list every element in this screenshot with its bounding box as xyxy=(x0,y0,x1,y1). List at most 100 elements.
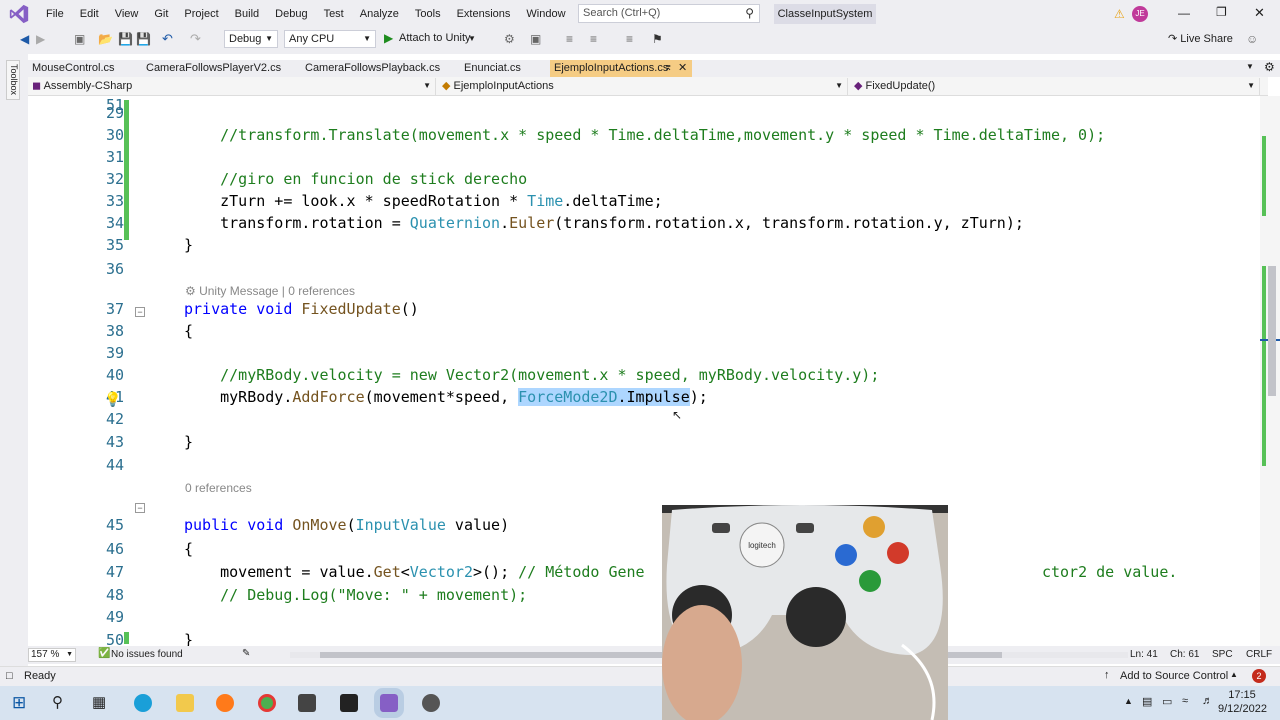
tab-enunciat[interactable]: Enunciat.cs xyxy=(460,60,546,77)
file-explorer-icon[interactable] xyxy=(176,694,194,712)
wifi-icon[interactable]: ≈ xyxy=(1182,695,1188,707)
edge-icon[interactable] xyxy=(134,694,152,712)
code-line[interactable]: transform.rotation = Quaternion.Euler(tr… xyxy=(184,214,1024,232)
tab-list-dropdown-icon[interactable]: ▼ xyxy=(1246,62,1254,71)
menu-item-project[interactable]: Project xyxy=(176,8,226,20)
code-line[interactable]: // Debug.Log("Move: " + movement); xyxy=(184,586,527,604)
codelens-onmove[interactable]: 0 references xyxy=(185,481,252,495)
menu-item-tools[interactable]: Tools xyxy=(407,8,449,20)
back-icon[interactable]: ◀ xyxy=(20,32,29,46)
collapse-icon[interactable]: − xyxy=(135,503,145,513)
search-input[interactable]: Search (Ctrl+Q) ⚲ xyxy=(578,4,760,23)
app-icon[interactable] xyxy=(422,694,440,712)
chevron-down-icon[interactable]: ▼ xyxy=(468,34,476,43)
project-dropdown[interactable]: ◼ Assembly-CSharp ▼ xyxy=(28,78,436,95)
feedback-icon[interactable]: ☺ xyxy=(1246,32,1258,46)
codelens-fixedupdate[interactable]: ⚙ Unity Message | 0 references xyxy=(185,284,355,298)
undo-icon[interactable]: ↶ xyxy=(162,31,173,47)
screenshot-icon[interactable]: ▣ xyxy=(530,32,541,46)
code-editor[interactable]: 282930 //transform.Translate(movement.x … xyxy=(28,96,1260,646)
menu-item-file[interactable]: File xyxy=(38,8,72,20)
whitespace-mode[interactable]: SPC xyxy=(1212,649,1233,660)
menu-item-analyze[interactable]: Analyze xyxy=(352,8,407,20)
code-line[interactable]: public void OnMove(InputValue value) xyxy=(184,516,509,534)
save-all-icon[interactable]: 💾 xyxy=(136,32,151,46)
zoom-select[interactable]: 157 % ▼ xyxy=(28,648,76,662)
code-line[interactable]: //myRBody.velocity = new Vector2(movemen… xyxy=(184,366,879,384)
menu-item-debug[interactable]: Debug xyxy=(267,8,315,20)
indent-icon[interactable]: ≡ xyxy=(590,32,597,46)
chevron-up-icon[interactable]: ▲ xyxy=(1124,696,1133,706)
tab-camerafollowsplayback[interactable]: CameraFollowsPlayback.cs xyxy=(301,60,457,77)
code-line[interactable]: //giro en funcion de stick derecho xyxy=(184,170,527,188)
unity-hub-icon[interactable] xyxy=(298,694,316,712)
output-icon[interactable]: □ xyxy=(6,670,13,682)
add-to-source-control-button[interactable]: Add to Source Control xyxy=(1120,670,1228,682)
menu-item-git[interactable]: Git xyxy=(146,8,176,20)
lightbulb-icon[interactable]: 💡 xyxy=(104,391,121,408)
play-icon[interactable]: ▶ xyxy=(384,31,393,45)
new-project-icon[interactable]: ▣ xyxy=(74,32,85,46)
clock-date[interactable]: 9/12/2022 xyxy=(1218,703,1267,715)
pin-icon[interactable]: ⌆ xyxy=(664,62,672,73)
chrome-icon[interactable] xyxy=(258,694,276,712)
settings-icon[interactable]: ⚙ xyxy=(1264,60,1275,74)
menu-item-edit[interactable]: Edit xyxy=(72,8,107,20)
attach-to-unity-button[interactable]: Attach to Unity xyxy=(399,32,471,44)
windows-start-icon[interactable]: ⊞ xyxy=(12,693,26,713)
battery-icon[interactable]: ▭ xyxy=(1162,695,1172,708)
code-line[interactable]: { xyxy=(184,322,193,340)
forward-icon[interactable]: ▶ xyxy=(36,32,45,46)
code-line[interactable]: } xyxy=(184,236,193,254)
avatar[interactable]: JE xyxy=(1132,6,1148,22)
line-ending[interactable]: CRLF xyxy=(1246,649,1272,660)
toolbar-tool-icon[interactable]: ⚙ xyxy=(504,32,515,46)
warning-icon[interactable]: ⚠ xyxy=(1114,7,1125,21)
menu-item-build[interactable]: Build xyxy=(227,8,267,20)
notifications-badge[interactable]: 2 xyxy=(1252,669,1266,683)
live-share-button[interactable]: ↷ Live Share xyxy=(1168,32,1233,45)
collapse-icon[interactable]: − xyxy=(135,307,145,317)
search-icon[interactable]: ⚲ xyxy=(52,693,63,711)
platform-select[interactable]: Any CPU ▼ xyxy=(284,30,376,48)
clock-time[interactable]: 17:15 xyxy=(1222,689,1262,701)
format-icon[interactable]: ≡ xyxy=(566,32,573,46)
brush-icon[interactable]: ✎ xyxy=(242,648,250,659)
code-line[interactable]: } xyxy=(184,631,193,646)
visual-studio-taskbar-icon[interactable] xyxy=(374,688,404,718)
code-line[interactable]: { xyxy=(184,540,193,558)
close-tab-icon[interactable]: ✕ xyxy=(678,61,687,74)
close-icon[interactable]: ✕ xyxy=(1254,5,1265,21)
code-line[interactable]: //transform.Translate(movement.x * speed… xyxy=(184,126,1105,144)
menu-item-extensions[interactable]: Extensions xyxy=(449,8,519,20)
class-dropdown[interactable]: ◆ EjemploInputActions ▼ xyxy=(438,78,848,95)
vertical-scrollbar[interactable] xyxy=(1260,96,1280,646)
save-icon[interactable]: 💾 xyxy=(118,32,133,46)
configuration-select[interactable]: Debug ▼ xyxy=(224,30,278,48)
menu-item-view[interactable]: View xyxy=(107,8,147,20)
restore-icon[interactable]: ❐ xyxy=(1216,5,1227,19)
tab-mousecontrol[interactable]: MouseControl.cs xyxy=(28,60,140,77)
member-dropdown[interactable]: ◆ FixedUpdate() ▼ xyxy=(850,78,1260,95)
code-line[interactable]: myRBody.AddForce(movement*speed, ForceMo… xyxy=(184,388,708,406)
volume-icon[interactable]: ♬ xyxy=(1202,695,1213,707)
open-folder-icon[interactable]: 📂 xyxy=(98,32,113,46)
network-icon[interactable]: ▤ xyxy=(1142,695,1152,708)
task-view-icon[interactable]: ▦ xyxy=(92,693,106,711)
bookmark-icon[interactable]: ⚑ xyxy=(652,32,663,46)
issues-status[interactable]: No issues found xyxy=(111,649,183,660)
scroll-thumb[interactable] xyxy=(1268,266,1276,396)
menu-item-window[interactable]: Window xyxy=(518,8,573,20)
menu-item-test[interactable]: Test xyxy=(316,8,352,20)
firefox-icon[interactable] xyxy=(216,694,234,712)
minimize-icon[interactable]: — xyxy=(1178,6,1190,20)
tab-ejemploinputactions[interactable]: EjemploInputActions.cs ⌆ ✕ xyxy=(550,60,692,77)
toolbox-tab[interactable]: Toolbox xyxy=(6,60,20,100)
code-line[interactable]: zTurn += look.x * speedRotation * Time.d… xyxy=(184,192,663,210)
comment-icon[interactable]: ≡ xyxy=(626,32,633,46)
code-line[interactable]: private void FixedUpdate() xyxy=(184,300,419,318)
chevron-up-icon[interactable]: ▲ xyxy=(1230,670,1238,679)
unity-icon[interactable] xyxy=(340,694,358,712)
redo-icon[interactable]: ↷ xyxy=(190,31,201,47)
code-line[interactable]: } xyxy=(184,433,193,451)
